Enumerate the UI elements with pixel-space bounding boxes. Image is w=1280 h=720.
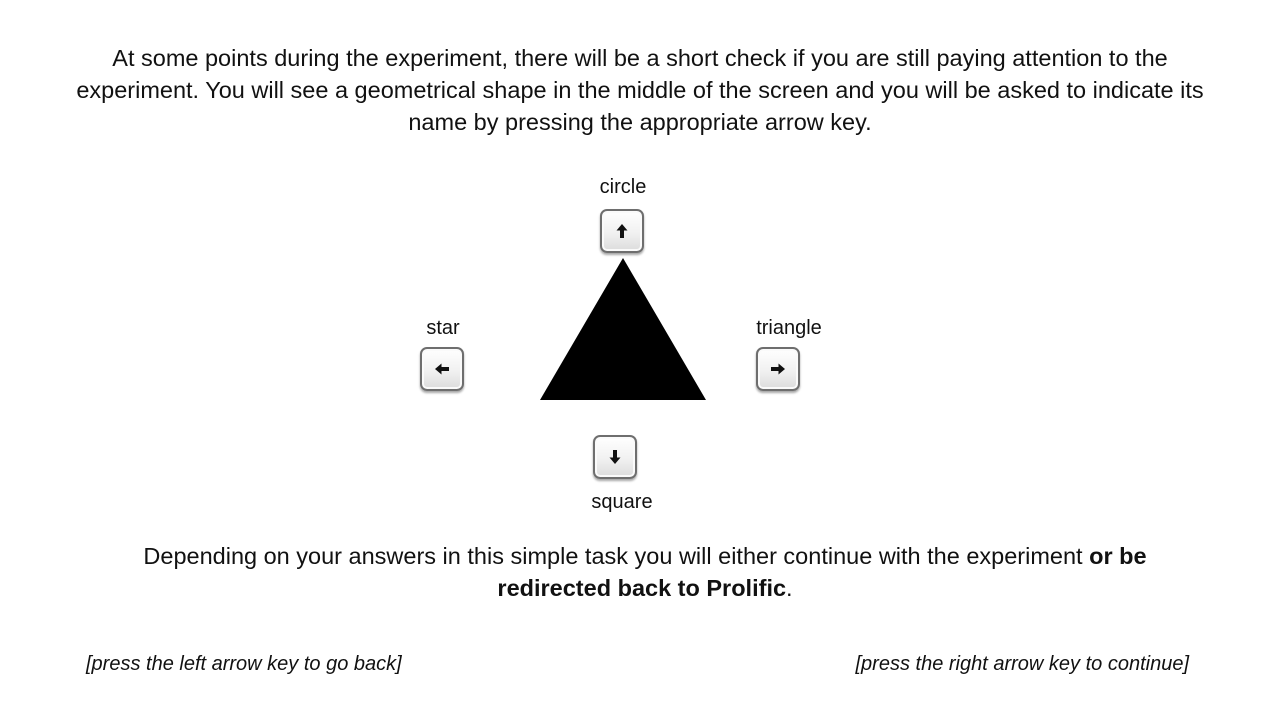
up-arrow-key[interactable]: [600, 209, 644, 253]
stimulus-triangle: [540, 258, 706, 400]
outcome-text: Depending on your answers in this simple…: [140, 540, 1150, 604]
back-hint: [press the left arrow key to go back]: [86, 653, 402, 675]
left-arrow-key[interactable]: [420, 347, 464, 391]
arrow-down-icon: [609, 450, 621, 464]
outcome-text-start: Depending on your answers in this simple…: [143, 543, 1090, 569]
arrow-right-icon: [771, 363, 785, 375]
key-label-square: square: [591, 491, 653, 513]
outcome-text-end: .: [786, 575, 793, 601]
right-arrow-key[interactable]: [756, 347, 800, 391]
key-label-triangle: triangle: [756, 317, 822, 339]
key-label-star: star: [426, 317, 460, 339]
key-label-circle: circle: [599, 176, 647, 198]
arrow-up-icon: [616, 224, 628, 238]
down-arrow-key[interactable]: [593, 435, 637, 479]
arrow-left-icon: [435, 363, 449, 375]
instruction-text: At some points during the experiment, th…: [76, 45, 1204, 135]
continue-hint: [press the right arrow key to continue]: [855, 653, 1190, 675]
